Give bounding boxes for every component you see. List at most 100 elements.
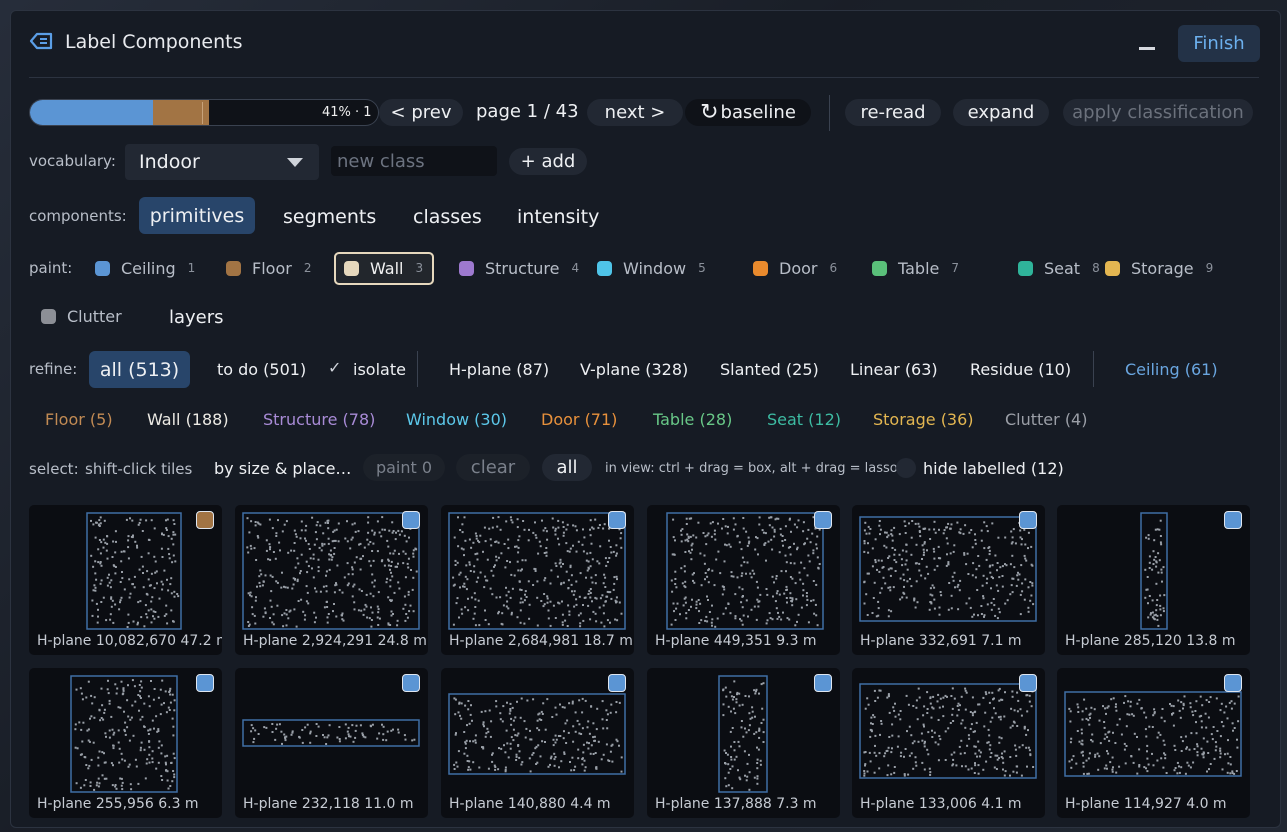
tile-class-checkbox[interactable] (1224, 674, 1242, 692)
reread-button[interactable]: re-read (845, 99, 941, 126)
filter-class-9[interactable]: Clutter (4) (1005, 410, 1087, 429)
paint-window[interactable]: Window 5 (597, 257, 706, 279)
hide-labelled-toggle[interactable] (896, 458, 916, 478)
cloud-point (154, 560, 157, 563)
paint-door[interactable]: Door 6 (753, 257, 837, 279)
clear-selection-button[interactable]: clear (456, 454, 530, 481)
cloud-point (346, 520, 348, 523)
tile-class-checkbox[interactable] (402, 511, 420, 529)
tab-segments[interactable]: segments (283, 206, 376, 228)
vocabulary-select[interactable]: Indoor (125, 144, 319, 180)
component-tile[interactable]: H-plane 2,684,981 18.7 m (441, 505, 634, 655)
tab-intensity[interactable]: intensity (517, 206, 599, 228)
cloud-point (171, 780, 174, 783)
cloud-point (157, 761, 160, 764)
cloud-point (404, 576, 407, 579)
refine-all-button[interactable]: all (513) (89, 351, 190, 388)
checkmark-icon[interactable]: ✓ (328, 358, 341, 377)
apply-classification-button[interactable]: apply classification (1063, 99, 1253, 126)
filter-class-0[interactable]: Ceiling (61) (1125, 360, 1218, 379)
cloud-point (757, 748, 760, 751)
tile-class-checkbox[interactable] (196, 674, 214, 692)
tile-class-checkbox[interactable] (196, 511, 214, 529)
minimize-button[interactable] (1139, 47, 1155, 50)
cloud-point (889, 589, 892, 592)
component-tile[interactable]: H-plane 332,691 7.1 m (852, 505, 1045, 655)
paint-seat[interactable]: Seat 8 (1018, 257, 1100, 279)
isolate-toggle[interactable]: isolate (353, 360, 406, 379)
paint-storage[interactable]: Storage 9 (1105, 257, 1213, 279)
cloud-point (706, 534, 709, 537)
paint-structure[interactable]: Structure 4 (459, 257, 579, 279)
cloud-point (511, 587, 514, 590)
paint-clutter[interactable]: Clutter (41, 305, 122, 327)
cloud-point (907, 703, 910, 706)
filter-class-4[interactable]: Window (30) (406, 410, 507, 429)
cloud-point (484, 575, 487, 578)
cloud-point (170, 592, 173, 595)
tile-class-checkbox[interactable] (814, 511, 832, 529)
component-tile[interactable]: H-plane 114,927 4.0 m (1057, 668, 1250, 818)
cloud-point (529, 729, 531, 732)
filter-residue[interactable]: Residue (10) (970, 360, 1071, 379)
cloud-point (265, 539, 268, 542)
paint-floor[interactable]: Floor 2 (226, 257, 311, 279)
filter-class-3[interactable]: Structure (78) (263, 410, 375, 429)
tile-class-checkbox[interactable] (1224, 511, 1242, 529)
cloud-point (908, 725, 911, 728)
component-tile[interactable]: H-plane 449,351 9.3 m (647, 505, 840, 655)
cloud-point (510, 717, 513, 720)
tile-class-checkbox[interactable] (608, 674, 626, 692)
filter-class-1[interactable]: Floor (5) (45, 410, 113, 429)
tile-class-checkbox[interactable] (1019, 511, 1037, 529)
paint-wall[interactable]: Wall 3 (344, 257, 423, 279)
filter-class-2[interactable]: Wall (188) (147, 410, 229, 429)
tile-class-checkbox[interactable] (402, 674, 420, 692)
cloud-point (789, 592, 792, 595)
cloud-point (579, 572, 582, 575)
next-page-button[interactable]: next > (587, 99, 683, 126)
filter-h-plane[interactable]: H-plane (87) (449, 360, 549, 379)
new-class-input[interactable] (331, 146, 497, 176)
paint-ceiling[interactable]: Ceiling 1 (95, 257, 195, 279)
cloud-point (119, 581, 122, 583)
cloud-point (355, 556, 358, 559)
paint-selection-button[interactable]: paint 0 (363, 454, 445, 481)
finish-button[interactable]: Finish (1178, 25, 1260, 62)
refine-todo-button[interactable]: to do (501) (217, 360, 306, 379)
baseline-button[interactable]: ↻ baseline (685, 99, 811, 126)
component-tile[interactable]: H-plane 10,082,670 47.2 m (29, 505, 222, 655)
filter-slanted[interactable]: Slanted (25) (720, 360, 819, 379)
hide-labelled-label[interactable]: hide labelled (12) (923, 459, 1064, 478)
cloud-point (1011, 724, 1014, 727)
filter-class-6[interactable]: Table (28) (653, 410, 732, 429)
tile-class-checkbox[interactable] (1019, 674, 1037, 692)
filter-class-5[interactable]: Door (71) (541, 410, 617, 429)
filter-class-8[interactable]: Storage (36) (873, 410, 974, 429)
filter-v-plane[interactable]: V-plane (328) (580, 360, 688, 379)
filter-class-7[interactable]: Seat (12) (767, 410, 841, 429)
filter-linear[interactable]: Linear (63) (850, 360, 938, 379)
cloud-point (353, 561, 356, 564)
component-tile[interactable]: H-plane 255,956 6.3 m (29, 668, 222, 818)
by-size-place-button[interactable]: by size & place… (214, 459, 351, 478)
component-tile[interactable]: H-plane 133,006 4.1 m (852, 668, 1045, 818)
component-tile[interactable]: H-plane 137,888 7.3 m (647, 668, 840, 818)
tab-classes[interactable]: classes (413, 206, 482, 228)
prev-page-button[interactable]: < prev (379, 99, 463, 126)
cloud-point (1180, 750, 1183, 752)
cloud-point (938, 735, 941, 738)
component-tile[interactable]: H-plane 140,880 4.4 m (441, 668, 634, 818)
tile-class-checkbox[interactable] (814, 674, 832, 692)
tile-class-checkbox[interactable] (608, 511, 626, 529)
expand-button[interactable]: expand (953, 99, 1049, 126)
select-all-button[interactable]: all (542, 454, 592, 481)
paint-table[interactable]: Table 7 (872, 257, 959, 279)
add-class-button[interactable]: + add (509, 148, 587, 175)
cloud-point (929, 538, 932, 540)
tab-primitives[interactable]: primitives (139, 197, 255, 234)
layers-button[interactable]: layers (169, 307, 224, 328)
component-tile[interactable]: H-plane 2,924,291 24.8 m (235, 505, 428, 655)
component-tile[interactable]: H-plane 232,118 11.0 m (235, 668, 428, 818)
component-tile[interactable]: H-plane 285,120 13.8 m (1057, 505, 1250, 655)
